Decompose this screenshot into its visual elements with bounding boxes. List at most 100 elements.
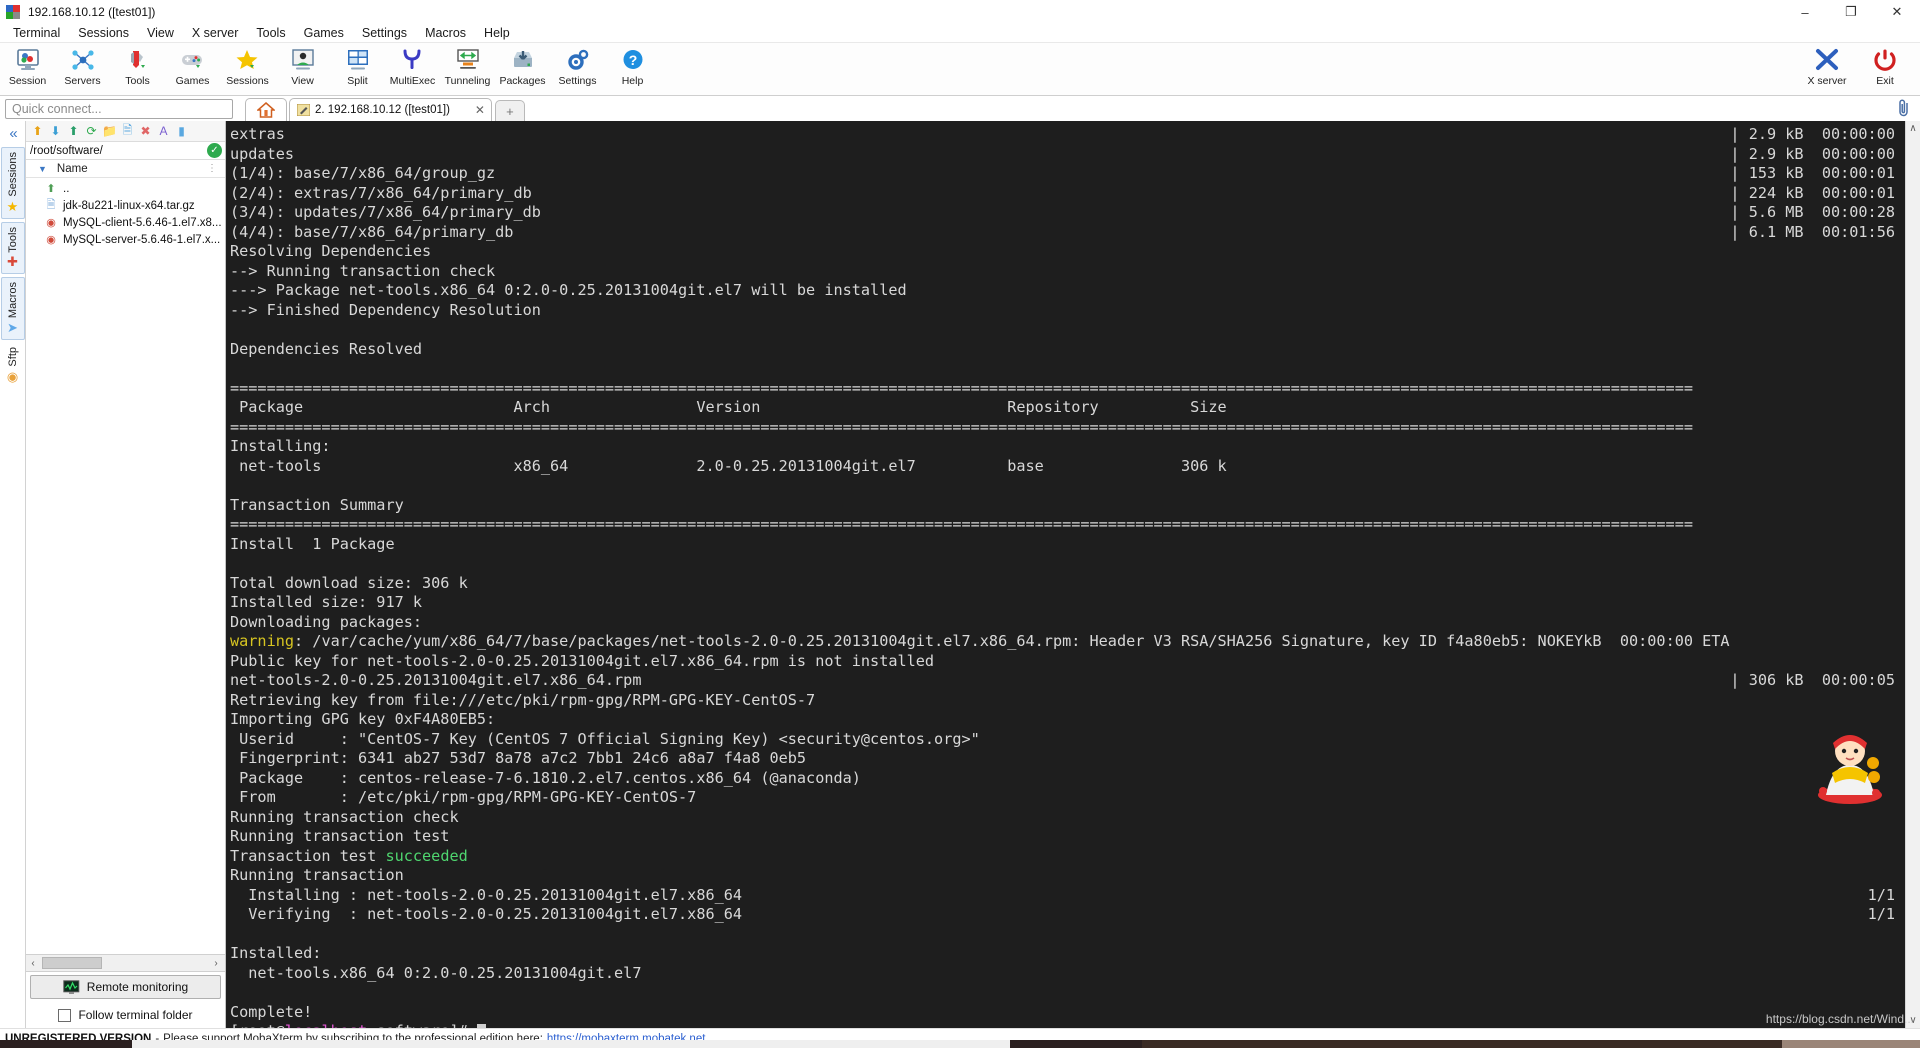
main-body: « ★ Sessions ✚ Tools ➤ Macros ◉ Sftp ⬆ ⬇: [0, 121, 1920, 1028]
binary-mode-icon[interactable]: ▮: [173, 123, 190, 140]
refresh-icon[interactable]: ⟳: [83, 123, 100, 140]
menu-tools[interactable]: Tools: [247, 24, 294, 42]
terminal-output[interactable]: extras | 2.9 kB 00:00:00 updates | 2.9 kB 0…: [226, 121, 1905, 1028]
menu-macros[interactable]: Macros: [416, 24, 475, 42]
toolbar-view[interactable]: View: [275, 43, 330, 87]
toolbar-sessions[interactable]: Sessions: [220, 43, 275, 87]
tools-knife-icon: [125, 46, 151, 73]
text-mode-icon[interactable]: A: [155, 123, 172, 140]
toolbar-session-label: Session: [8, 75, 47, 87]
maximize-button[interactable]: ❐: [1828, 0, 1874, 24]
toolbar-multiexec[interactable]: MultiExec: [385, 43, 440, 87]
toolbar-servers-label: Servers: [64, 75, 101, 87]
scroll-left-icon[interactable]: ‹: [26, 958, 40, 969]
menu-x-server[interactable]: X server: [183, 24, 248, 42]
column-resize-handle[interactable]: ⋮: [207, 163, 217, 174]
toolbar-games[interactable]: Games: [165, 43, 220, 87]
new-file-icon[interactable]: 🗎: [119, 123, 136, 140]
collapse-sidebar-button[interactable]: «: [9, 125, 17, 142]
toolbar-view-label: View: [291, 75, 314, 87]
toolbar-exit[interactable]: Exit: [1856, 43, 1914, 87]
sort-caret-icon: ▼: [38, 163, 47, 174]
window-controls: – ❐ ✕: [1782, 0, 1920, 24]
sidebar-item-macros[interactable]: ➤ Macros: [0, 277, 25, 341]
list-item[interactable]: ⬆ ..: [26, 180, 225, 197]
menu-sessions[interactable]: Sessions: [69, 24, 138, 42]
sidebar-item-sessions[interactable]: ★ Sessions: [0, 147, 25, 219]
settings-gear-icon: [565, 46, 591, 73]
xserver-x-icon: [1814, 46, 1840, 73]
file-browser-footer: ‹ › Remote monitoring Follow terminal fo…: [26, 954, 225, 1028]
file-browser-column-header[interactable]: ▼ Name ⋮: [26, 160, 225, 178]
toolbar-x-server-label: X server: [1807, 75, 1847, 87]
new-folder-icon[interactable]: 📁: [101, 123, 118, 140]
paperplane-icon: ➤: [7, 320, 18, 336]
toolbar-packages[interactable]: Packages: [495, 43, 550, 87]
list-item-label: jdk-8u221-linux-x64.tar.gz: [63, 199, 195, 212]
list-item-label: MySQL-server-5.6.46-1.el7.x...: [63, 233, 221, 246]
toolbar-packages-label: Packages: [499, 75, 546, 87]
close-button[interactable]: ✕: [1874, 0, 1920, 24]
sidebar-item-sftp[interactable]: ◉ Sftp: [1, 343, 25, 388]
tab-new-button[interactable]: +: [494, 100, 525, 121]
toolbar-split[interactable]: Split: [330, 43, 385, 87]
delete-icon[interactable]: ✖: [137, 123, 154, 140]
games-gamepad-icon: [180, 46, 206, 73]
toolbar-help-label: Help: [621, 75, 644, 87]
knife-icon: ✚: [7, 254, 18, 270]
upload-icon[interactable]: ⬆: [65, 123, 82, 140]
toolbar-settings[interactable]: Settings: [550, 43, 605, 87]
quick-connect-input[interactable]: Quick connect...: [5, 98, 233, 119]
toolbar-tunneling[interactable]: Tunneling: [440, 43, 495, 87]
follow-terminal-folder-row[interactable]: Follow terminal folder: [26, 1002, 225, 1028]
file-browser-path[interactable]: /root/software/ ✓: [26, 142, 225, 160]
quick-connect-row: Quick connect... 2. 192.168.10.12 ([test…: [0, 96, 1920, 121]
tab-home[interactable]: [245, 98, 287, 121]
minimize-button[interactable]: –: [1782, 0, 1828, 24]
toolbar-x-server[interactable]: X server: [1798, 43, 1856, 87]
up-folder-icon[interactable]: ⬆: [29, 123, 46, 140]
list-item-label: ..: [63, 182, 70, 195]
file-browser-panel: ⬆ ⬇ ⬆ ⟳ 📁 🗎 ✖ A ▮ /root/software/ ✓ ▼ Na…: [26, 121, 226, 1028]
tab-session[interactable]: 2. 192.168.10.12 ([test01]) ✕: [289, 98, 492, 121]
home-icon: [257, 102, 275, 118]
toolbar-multiexec-label: MultiExec: [389, 75, 436, 87]
paperclip-icon[interactable]: [1896, 99, 1912, 122]
remote-monitoring-button[interactable]: Remote monitoring: [30, 975, 221, 999]
scrollbar-track[interactable]: [1905, 136, 1920, 1013]
menu-terminal[interactable]: Terminal: [4, 24, 69, 42]
sidebar-item-tools[interactable]: ✚ Tools: [0, 221, 25, 275]
title-bar: 192.168.10.12 ([test01]) – ❐ ✕: [0, 0, 1920, 24]
file-browser-toolbar: ⬆ ⬇ ⬆ ⟳ 📁 🗎 ✖ A ▮: [26, 121, 225, 142]
list-item[interactable]: ◉ MySQL-server-5.6.46-1.el7.x...: [26, 231, 225, 248]
menu-settings[interactable]: Settings: [353, 24, 416, 42]
scroll-right-icon[interactable]: ›: [209, 958, 223, 969]
packages-download-icon: [510, 46, 536, 73]
terminal-scrollbar[interactable]: ∧ ∨: [1905, 121, 1920, 1028]
toolbar-sessions-label: Sessions: [226, 75, 269, 87]
download-icon[interactable]: ⬇: [47, 123, 64, 140]
list-item[interactable]: ◉ MySQL-client-5.6.46-1.el7.x8...: [26, 214, 225, 231]
toolbar-session[interactable]: Session: [0, 43, 55, 87]
toolbar-help[interactable]: ? Help: [605, 43, 660, 87]
multiexec-fork-icon: [400, 46, 426, 73]
scroll-up-icon[interactable]: ∧: [1909, 121, 1916, 136]
menu-games[interactable]: Games: [295, 24, 353, 42]
terminal-panel: extras | 2.9 kB 00:00:00 updates | 2.9 kB 0…: [226, 121, 1920, 1028]
toolbar-tunneling-label: Tunneling: [444, 75, 491, 87]
menu-view[interactable]: View: [138, 24, 183, 42]
menu-help[interactable]: Help: [475, 24, 519, 42]
follow-terminal-folder-checkbox[interactable]: [58, 1008, 72, 1022]
tab-session-close-icon[interactable]: ✕: [475, 103, 485, 117]
ssh-pencil-icon: [297, 104, 310, 116]
toolbar-servers[interactable]: Servers: [55, 43, 110, 87]
list-item[interactable]: 🗎 jdk-8u221-linux-x64.tar.gz: [26, 197, 225, 214]
toolbar-tools[interactable]: Tools: [110, 43, 165, 87]
file-browser-hscrollbar[interactable]: ‹ ›: [26, 955, 225, 972]
scrollbar-thumb[interactable]: [42, 957, 102, 969]
vertical-side-tabs: « ★ Sessions ✚ Tools ➤ Macros ◉ Sftp: [0, 121, 26, 1028]
sidebar-item-macros-label: Macros: [6, 282, 19, 319]
icon-toolbar: Session Servers Tools Games Sessions Vie…: [0, 43, 1920, 96]
menu-bar: Terminal Sessions View X server Tools Ga…: [0, 24, 1920, 43]
window-title: 192.168.10.12 ([test01]): [28, 4, 156, 19]
